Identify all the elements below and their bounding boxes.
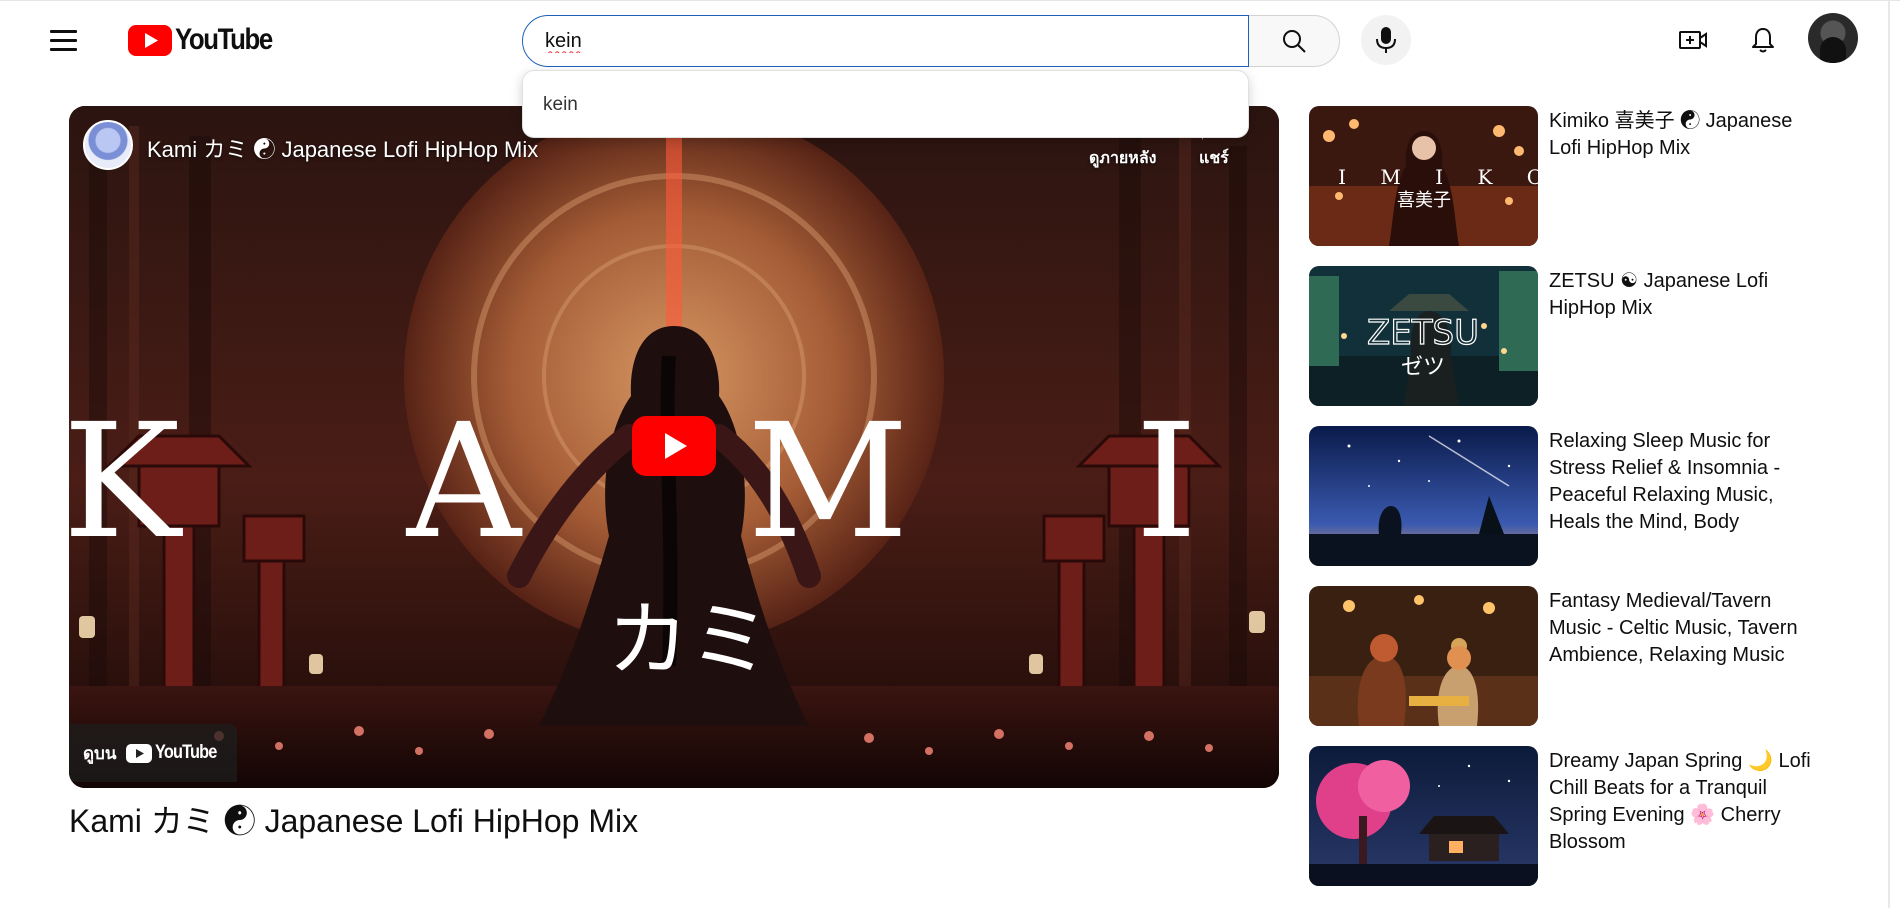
recommendation-thumbnail[interactable]: [1309, 746, 1538, 886]
search-button[interactable]: [1249, 15, 1340, 67]
youtube-play-icon: [128, 24, 172, 56]
youtube-play-icon: [126, 743, 153, 763]
recommendation-item[interactable]: ZETSU ゼツ ZETSU ☯ Japanese Lofi HipHop Mi…: [1309, 266, 1829, 406]
zetsu-art-title: ZETSU: [1367, 313, 1479, 353]
search-icon: [1283, 30, 1306, 53]
recommendation-title[interactable]: Kimiko 喜美子 ☯ Japanese Lofi HipHop Mix: [1549, 108, 1829, 162]
masthead: YouTube: [0, 0, 1900, 78]
watch-later-label: ดูภายหลัง: [1089, 150, 1157, 167]
search-suggestions: kein: [522, 70, 1249, 138]
starry-night-thumbnail-art: [1309, 426, 1538, 566]
recommendation-title[interactable]: ZETSU ☯ Japanese Lofi HipHop Mix: [1549, 268, 1829, 322]
mic-icon: [1376, 27, 1396, 53]
zetsu-art-kana: ゼツ: [1401, 355, 1445, 380]
watch-on-brand: YouTube: [155, 742, 217, 763]
share-label: แชร์: [1199, 150, 1229, 167]
video-title: Kami カミ ☯ Japanese Lofi HipHop Mix: [69, 803, 639, 839]
kimiko-art-title: K I M I K O: [1309, 165, 1538, 189]
menu-icon[interactable]: [38, 21, 90, 59]
watch-on-label: ดูบน: [83, 743, 117, 763]
search-box[interactable]: [522, 15, 1249, 67]
recommendation-thumbnail[interactable]: [1309, 426, 1538, 566]
recommendation-item[interactable]: Fantasy Medieval/Tavern Music - Celtic M…: [1309, 586, 1829, 726]
recommendation-thumbnail[interactable]: ZETSU ゼツ: [1309, 266, 1538, 406]
account-avatar[interactable]: [1808, 13, 1858, 63]
suggestion-item[interactable]: kein: [523, 85, 1248, 125]
recommendation-item[interactable]: Dreamy Japan Spring 🌙 Lofi Chill Beats f…: [1309, 746, 1829, 886]
youtube-logo[interactable]: YouTube: [128, 23, 288, 57]
bell-icon: [1752, 28, 1774, 53]
create-icon: [1679, 31, 1707, 49]
create-button[interactable]: [1668, 17, 1718, 63]
search-input[interactable]: [545, 29, 1248, 53]
zetsu-thumbnail-art: ZETSU ゼツ: [1309, 266, 1538, 406]
recommendation-title[interactable]: Dreamy Japan Spring 🌙 Lofi Chill Beats f…: [1549, 748, 1829, 856]
recommendation-item[interactable]: K I M I K O 喜美子 Kimiko 喜美子 ☯ Japanese Lo…: [1309, 106, 1829, 246]
watch-on-youtube-logo: YouTube: [126, 742, 226, 764]
recommendation-title[interactable]: Relaxing Sleep Music for Stress Relief &…: [1549, 428, 1829, 536]
recommendation-thumbnail[interactable]: [1309, 586, 1538, 726]
video-player[interactable]: K A M I カミ Kami カミ ☯ Japanese Lofi HipHo…: [69, 106, 1279, 788]
voice-search-button[interactable]: [1361, 15, 1411, 65]
player-overlay-title[interactable]: Kami カミ ☯ Japanese Lofi HipHop Mix: [147, 132, 538, 164]
channel-avatar[interactable]: [83, 120, 133, 170]
kimiko-art-kanji: 喜美子: [1397, 190, 1451, 211]
recommendation-title[interactable]: Fantasy Medieval/Tavern Music - Celtic M…: [1549, 588, 1829, 669]
tavern-thumbnail-art: [1309, 586, 1538, 726]
recommendation-item[interactable]: Relaxing Sleep Music for Stress Relief &…: [1309, 426, 1829, 566]
recommendation-thumbnail[interactable]: K I M I K O 喜美子: [1309, 106, 1538, 246]
notifications-button[interactable]: [1738, 17, 1788, 63]
logo-text: YouTube: [175, 23, 273, 56]
kimiko-thumbnail-art: K I M I K O 喜美子: [1309, 106, 1538, 246]
thumbnail-art-subtitle: カミ: [607, 593, 771, 688]
watch-on-youtube[interactable]: ดูบน YouTube: [69, 724, 237, 782]
play-icon[interactable]: [632, 416, 716, 476]
spring-night-thumbnail-art: [1309, 746, 1538, 886]
scrollbar-track[interactable]: [1888, 0, 1890, 908]
